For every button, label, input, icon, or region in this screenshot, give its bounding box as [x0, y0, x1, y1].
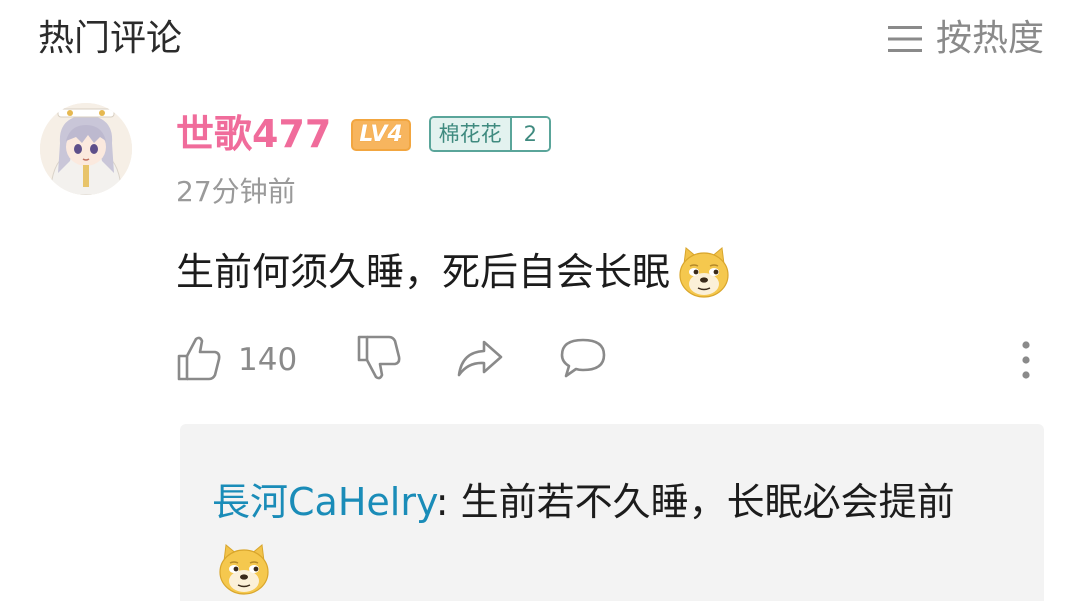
fan-medal-level: 2 [509, 118, 550, 150]
like-count: 140 [238, 342, 298, 378]
reply-button[interactable] [558, 330, 608, 390]
doge-emoji-icon [216, 541, 272, 597]
share-button[interactable] [456, 330, 504, 390]
fan-medal-badge[interactable]: 棉花花 2 [428, 116, 552, 152]
comment-body: 生前何须久睡，死后自会长眠 [176, 242, 732, 302]
more-options-button[interactable] [1016, 336, 1036, 384]
doge-emoji-icon [676, 244, 732, 300]
like-button[interactable]: 140 [176, 330, 297, 390]
level-badge: LV4 [351, 119, 411, 151]
dislike-button[interactable] [356, 330, 402, 390]
comment-username[interactable]: 世歌477 [176, 108, 331, 160]
comment-user-row: 世歌477 LV4 棉花花 2 [176, 108, 552, 160]
reply-text: 生前若不久睡，长眠必会提前 [460, 480, 955, 524]
menu-lines-icon [887, 24, 922, 54]
comment-actions: 140 [176, 330, 1036, 390]
section-title: 热门评论 [38, 18, 183, 59]
hot-comments-page: 热门评论 按热度 世歌477 LV4 棉花花 2 27分钟前 生前何须久睡，死后… [0, 0, 1080, 601]
comment-timestamp: 27分钟前 [176, 175, 296, 208]
fan-medal-name: 棉花花 [430, 118, 510, 150]
thumbs-up-icon [176, 334, 222, 386]
thumbs-down-icon [356, 334, 402, 386]
comment-text: 生前何须久睡，死后自会长眠 [176, 250, 671, 294]
sort-by-hot-button[interactable]: 按热度 [887, 14, 1044, 64]
reply-item: 長河CaHelry: 生前若不久睡，长眠必会提前 [212, 468, 1012, 601]
share-arrow-icon [456, 336, 504, 384]
reply-separator: : [435, 480, 461, 524]
avatar[interactable] [40, 103, 132, 195]
vertical-dots-icon [1016, 341, 1036, 388]
speech-bubble-icon [558, 336, 608, 384]
sort-label: 按热度 [935, 18, 1044, 59]
reply-preview-box[interactable]: 長河CaHelry: 生前若不久睡，长眠必会提前 [180, 424, 1044, 601]
reply-author[interactable]: 長河CaHelry [212, 480, 436, 524]
